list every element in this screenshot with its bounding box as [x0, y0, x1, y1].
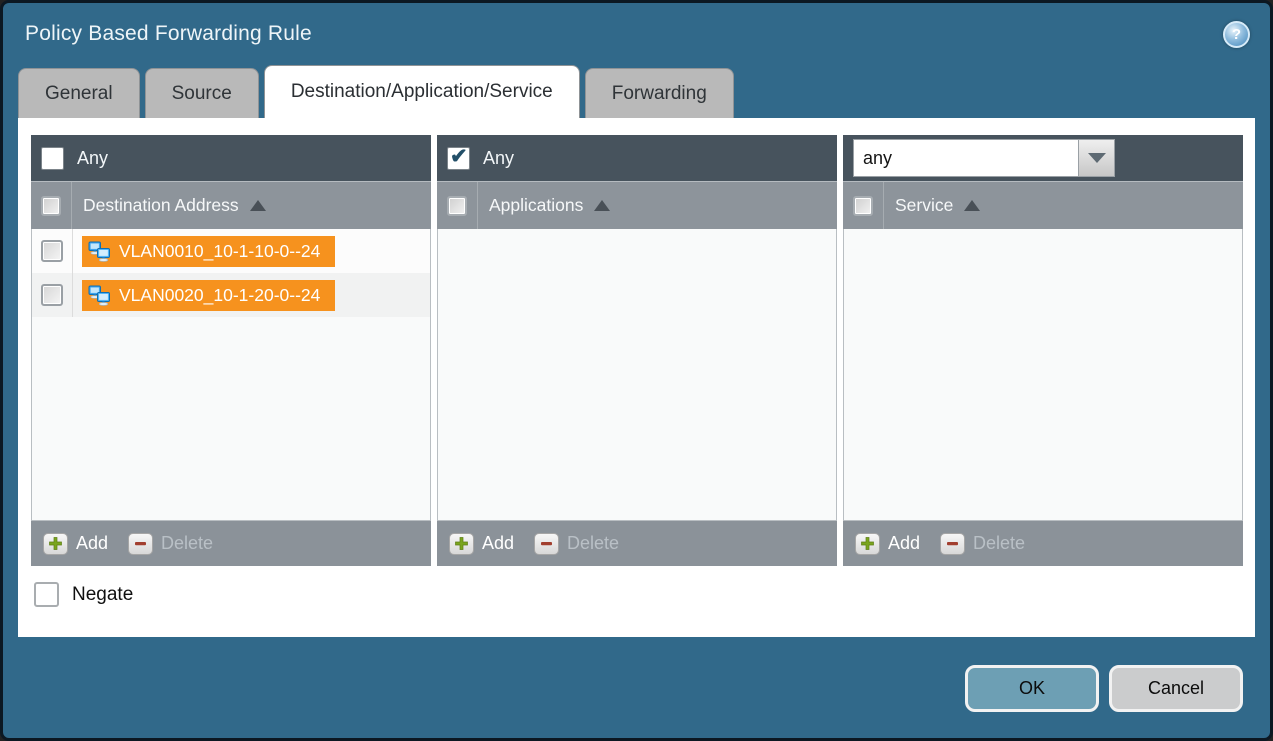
add-icon [855, 533, 880, 555]
destination-list: VLAN0010_10-1-10-0--24 [31, 229, 431, 521]
address-object-icon [88, 241, 111, 262]
destination-any-checkbox[interactable] [41, 147, 64, 170]
cancel-button[interactable]: Cancel [1109, 665, 1243, 712]
service-mode-bar [843, 135, 1243, 181]
tab-general-label: General [45, 83, 113, 105]
service-footer: Add Delete [843, 521, 1243, 566]
destination-header-row: Destination Address [31, 181, 431, 229]
negate-row: Negate [34, 582, 1243, 607]
negate-label: Negate [72, 584, 133, 606]
delete-label: Delete [567, 533, 619, 554]
service-list [843, 229, 1243, 521]
service-add-button[interactable]: Add [855, 533, 920, 555]
add-icon [43, 533, 68, 555]
title-bar: Policy Based Forwarding Rule ? [3, 3, 1270, 65]
ok-button[interactable]: OK [965, 665, 1099, 712]
service-header-label: Service [895, 195, 953, 216]
add-label: Add [76, 533, 108, 554]
delete-icon [940, 533, 965, 555]
destination-row-checkbox-0[interactable] [41, 240, 63, 262]
destination-address-chip[interactable]: VLAN0010_10-1-10-0--24 [82, 236, 335, 267]
sort-asc-icon [594, 200, 610, 211]
service-mode-value[interactable] [853, 139, 1078, 177]
applications-any-checkbox[interactable] [447, 147, 470, 170]
destination-any-label: Any [77, 148, 108, 169]
add-label: Add [482, 533, 514, 554]
destination-sort-header[interactable]: Destination Address [72, 195, 266, 216]
destination-address-label: VLAN0010_10-1-10-0--24 [119, 241, 320, 262]
destination-delete-button[interactable]: Delete [128, 533, 213, 555]
applications-sort-header[interactable]: Applications [478, 195, 610, 216]
applications-any-bar: Any [437, 135, 837, 181]
applications-column: Any Applications Add [437, 135, 837, 566]
service-delete-button[interactable]: Delete [940, 533, 1025, 555]
applications-select-all-checkbox[interactable] [447, 196, 467, 216]
tab-source-label: Source [172, 83, 232, 105]
tab-destination-application-service[interactable]: Destination/Application/Service [264, 65, 580, 118]
applications-select-all-cell [437, 182, 478, 229]
service-column: Service Add [843, 135, 1243, 566]
destination-row-checkbox-1[interactable] [41, 284, 63, 306]
help-icon[interactable]: ? [1223, 21, 1250, 48]
service-select-all-checkbox[interactable] [853, 196, 873, 216]
applications-header-label: Applications [489, 195, 583, 216]
applications-add-button[interactable]: Add [449, 533, 514, 555]
add-icon [449, 533, 474, 555]
delete-label: Delete [161, 533, 213, 554]
add-label: Add [888, 533, 920, 554]
tab-forwarding-label: Forwarding [612, 83, 707, 105]
service-mode-dropdown-button[interactable] [1078, 139, 1115, 177]
chevron-down-icon [1088, 153, 1106, 163]
columns-container: Any Destination Address [31, 135, 1243, 566]
negate-checkbox[interactable] [34, 582, 59, 607]
service-mode-combobox [853, 139, 1115, 177]
service-sort-header[interactable]: Service [884, 195, 980, 216]
tab-general[interactable]: General [18, 68, 140, 118]
tab-bar: General Source Destination/Application/S… [3, 65, 1270, 118]
dialog-title: Policy Based Forwarding Rule [25, 22, 312, 46]
sort-asc-icon [250, 200, 266, 211]
applications-any-label: Any [483, 148, 514, 169]
tab-destination-application-service-label: Destination/Application/Service [291, 81, 553, 103]
applications-delete-button[interactable]: Delete [534, 533, 619, 555]
policy-based-forwarding-dialog: Policy Based Forwarding Rule ? General S… [0, 0, 1273, 741]
service-header-row: Service [843, 181, 1243, 229]
destination-row-check-cell [32, 273, 73, 317]
destination-row-check-cell [32, 229, 73, 273]
sort-asc-icon [964, 200, 980, 211]
dialog-actions: OK Cancel [965, 665, 1243, 712]
delete-label: Delete [973, 533, 1025, 554]
applications-list [437, 229, 837, 521]
service-select-all-cell [843, 182, 884, 229]
destination-add-button[interactable]: Add [43, 533, 108, 555]
destination-row-vlan0010[interactable]: VLAN0010_10-1-10-0--24 [32, 229, 430, 273]
destination-address-chip[interactable]: VLAN0020_10-1-20-0--24 [82, 280, 335, 311]
destination-select-all-checkbox[interactable] [41, 196, 61, 216]
applications-header-row: Applications [437, 181, 837, 229]
delete-icon [128, 533, 153, 555]
delete-icon [534, 533, 559, 555]
tab-forwarding[interactable]: Forwarding [585, 68, 734, 118]
destination-any-bar: Any [31, 135, 431, 181]
destination-select-all-cell [31, 182, 72, 229]
applications-footer: Add Delete [437, 521, 837, 566]
destination-header-label: Destination Address [83, 195, 239, 216]
destination-address-label: VLAN0020_10-1-20-0--24 [119, 285, 320, 306]
destination-row-vlan0020[interactable]: VLAN0020_10-1-20-0--24 [32, 273, 430, 317]
destination-column: Any Destination Address [31, 135, 431, 566]
destination-footer: Add Delete [31, 521, 431, 566]
tab-content-panel: Any Destination Address [18, 118, 1255, 637]
address-object-icon [88, 285, 111, 306]
tab-source[interactable]: Source [145, 68, 259, 118]
